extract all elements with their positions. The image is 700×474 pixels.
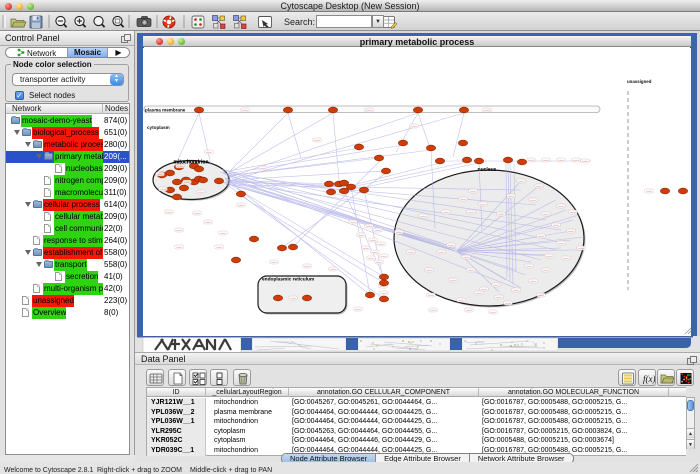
svg-text:mitochondrion: mitochondrion [174, 160, 209, 166]
svg-text:plasma membrane: plasma membrane [145, 108, 186, 113]
svg-text:endoplasmic reticulum: endoplasmic reticulum [262, 277, 314, 283]
svg-text:nucleus: nucleus [478, 167, 497, 173]
svg-text:f(x): f(x) [643, 374, 655, 384]
svg-text:unassigned: unassigned [627, 79, 652, 84]
svg-text:cytoplasm: cytoplasm [147, 125, 170, 130]
